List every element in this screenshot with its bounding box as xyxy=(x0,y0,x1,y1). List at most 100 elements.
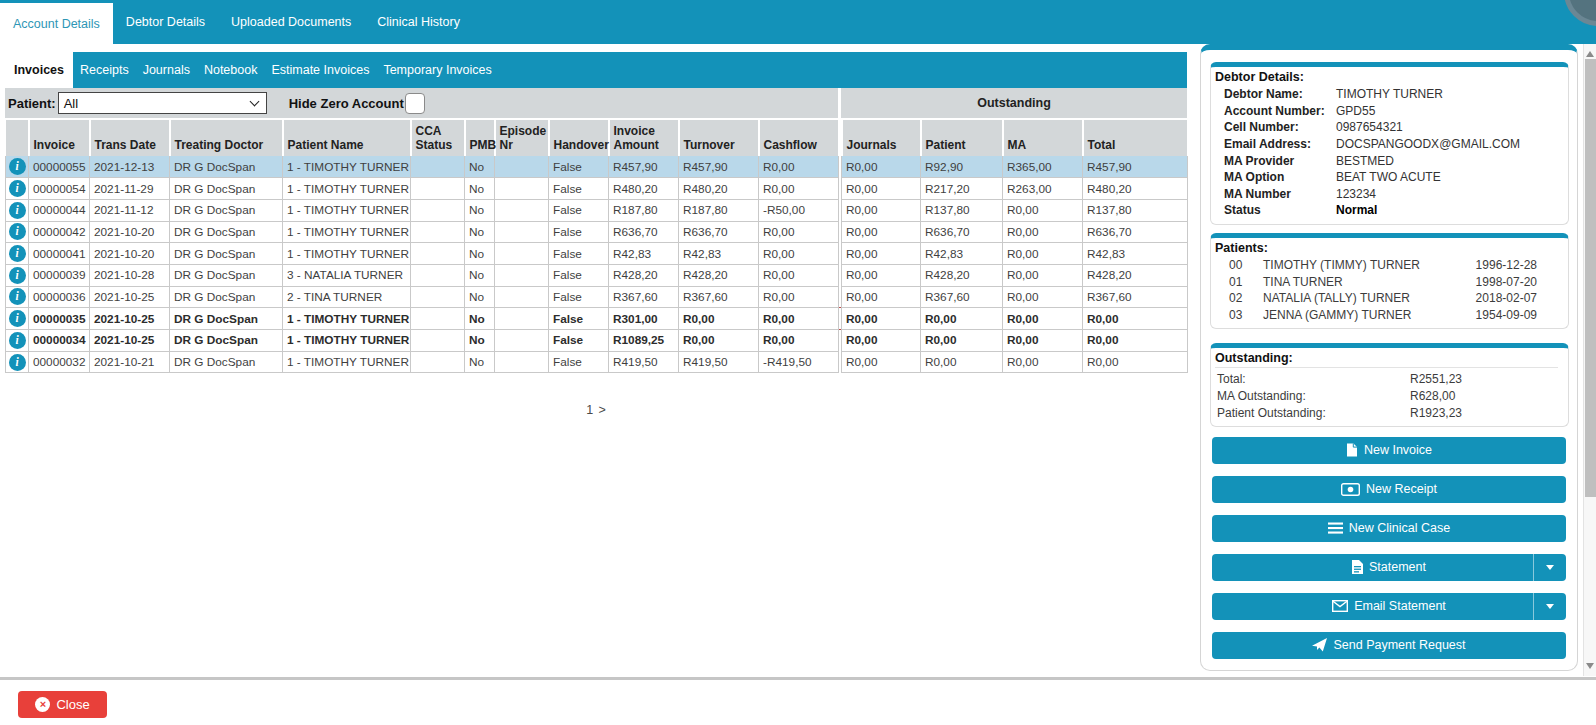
dropdown-toggle[interactable] xyxy=(1533,593,1566,620)
new-clinical-case-button[interactable]: New Clinical Case xyxy=(1212,515,1566,542)
invoice-row-00000054[interactable]: i000000542021-11-29DR G DocSpan1 - TIMOT… xyxy=(6,178,1188,200)
info-icon[interactable]: i xyxy=(9,267,26,284)
outstanding-value: R628,00 xyxy=(1410,389,1455,403)
turnover-cell: R187,80 xyxy=(679,199,759,221)
debtor-field: StatusNormal xyxy=(1215,202,1558,219)
invoice-cell: 00000042 xyxy=(29,221,90,243)
patient-name: TINA TURNER xyxy=(1263,275,1476,289)
vertical-scrollbar[interactable] xyxy=(1583,44,1596,676)
scroll-up-arrow-icon[interactable] xyxy=(1586,51,1594,57)
scroll-down-arrow-icon[interactable] xyxy=(1586,663,1594,669)
subtab-estimate-invoices[interactable]: Estimate Invoices xyxy=(264,52,376,88)
tab-uploaded-documents[interactable]: Uploaded Documents xyxy=(218,0,364,44)
subtab-journals[interactable]: Journals xyxy=(136,52,197,88)
statement-button[interactable]: Statement xyxy=(1212,554,1566,581)
email-statement-button[interactable]: Email Statement xyxy=(1212,593,1566,620)
invoice-amount-cell: R367,60 xyxy=(609,286,679,308)
invoice-row-00000034[interactable]: i000000342021-10-25DR G DocSpan1 - TIMOT… xyxy=(6,330,1188,352)
patient-filter-value: All xyxy=(64,96,78,111)
ma-cell: R0,00 xyxy=(1003,264,1083,286)
journals-cell: R0,00 xyxy=(842,330,921,352)
patient-name-cell: 1 - TIMOTHY TURNER xyxy=(283,199,411,221)
ma-cell: R0,00 xyxy=(1003,351,1083,373)
subtab-temporary-invoices[interactable]: Temporary Invoices xyxy=(376,52,498,88)
cca-status-cell xyxy=(411,286,465,308)
corner-decoration xyxy=(1564,0,1596,26)
cca-status-cell xyxy=(411,330,465,352)
pmb-cell: No xyxy=(465,243,495,265)
info-icon[interactable]: i xyxy=(9,180,26,197)
info-icon[interactable]: i xyxy=(9,310,26,327)
page-next[interactable]: > xyxy=(599,403,606,417)
tab-clinical-history[interactable]: Clinical History xyxy=(364,0,473,44)
outstanding-row: Total:R2551,23 xyxy=(1215,371,1558,388)
journals-cell: R0,00 xyxy=(842,199,921,221)
total-cell: R636,70 xyxy=(1083,221,1188,243)
info-icon[interactable]: i xyxy=(9,332,26,349)
patient-code: 02 xyxy=(1229,291,1263,305)
subtab-invoices[interactable]: Invoices xyxy=(5,52,73,88)
send-payment-request-button[interactable]: Send Payment Request xyxy=(1212,632,1566,659)
invoice-cell: 00000039 xyxy=(29,264,90,286)
chevron-down-icon xyxy=(249,97,259,107)
invoice-row-00000041[interactable]: i000000412021-10-20DR G DocSpan1 - TIMOT… xyxy=(6,243,1188,265)
subtab-notebook[interactable]: Notebook xyxy=(197,52,265,88)
patient-name-cell: 1 - TIMOTHY TURNER xyxy=(283,243,411,265)
debtor-field-value: 0987654321 xyxy=(1336,120,1403,134)
new-invoice-button[interactable]: New Invoice xyxy=(1212,437,1566,464)
invoice-row-00000035[interactable]: i000000352021-10-25DR G DocSpan1 - TIMOT… xyxy=(6,308,1188,330)
invoice-row-00000032[interactable]: i000000322021-10-21DR G DocSpan1 - TIMOT… xyxy=(6,351,1188,373)
page-number-current[interactable]: 1 xyxy=(586,403,593,417)
column-header-info xyxy=(6,119,29,156)
trans-date-cell: 2021-10-25 xyxy=(90,286,170,308)
turnover-cell: R42,83 xyxy=(679,243,759,265)
info-icon[interactable]: i xyxy=(9,158,26,175)
total-cell: R428,20 xyxy=(1083,264,1188,286)
sub-tab-bar: Invoices Receipts Journals Notebook Esti… xyxy=(5,52,1187,88)
ma-cell: R0,00 xyxy=(1003,243,1083,265)
invoice-row-00000042[interactable]: i000000422021-10-20DR G DocSpan1 - TIMOT… xyxy=(6,221,1188,243)
invoice-row-00000055[interactable]: i000000552021-12-13DR G DocSpan1 - TIMOT… xyxy=(6,156,1188,178)
invoice-row-00000044[interactable]: i000000442021-11-12DR G DocSpan1 - TIMOT… xyxy=(6,199,1188,221)
tab-account-details[interactable]: Account Details xyxy=(0,3,113,44)
column-header-cca-status: CCA Status xyxy=(411,119,465,156)
trans-date-cell: 2021-10-20 xyxy=(90,221,170,243)
patient-row: 03JENNA (GAMMY) TURNER1954-09-09 xyxy=(1215,307,1558,324)
episode-nr-cell xyxy=(495,156,549,178)
patient-name-cell: 1 - TIMOTHY TURNER xyxy=(283,156,411,178)
dropdown-toggle[interactable] xyxy=(1533,554,1566,581)
hide-zero-account-checkbox[interactable] xyxy=(405,93,425,114)
patient-filter-select[interactable]: All xyxy=(58,92,267,114)
patient-name-cell: 1 - TIMOTHY TURNER xyxy=(283,330,411,352)
patients-panel: Patients: 00TIMOTHY (TIMMY) TURNER1996-1… xyxy=(1210,233,1569,329)
handover-cell: False xyxy=(549,199,609,221)
tab-debtor-details[interactable]: Debtor Details xyxy=(113,0,218,44)
info-icon[interactable]: i xyxy=(9,202,26,219)
info-icon[interactable]: i xyxy=(9,354,26,371)
invoice-row-00000039[interactable]: i000000392021-10-28DR G DocSpan3 - NATAL… xyxy=(6,264,1188,286)
patient-name: NATALIA (TALLY) TURNER xyxy=(1263,291,1476,305)
info-icon[interactable]: i xyxy=(9,245,26,262)
column-header-journals: Journals xyxy=(842,119,921,156)
info-icon[interactable]: i xyxy=(9,223,26,240)
pmb-cell: No xyxy=(465,199,495,221)
episode-nr-cell xyxy=(495,199,549,221)
subtab-receipts[interactable]: Receipts xyxy=(73,52,136,88)
episode-nr-cell xyxy=(495,308,549,330)
new-receipt-button[interactable]: New Receipt xyxy=(1212,476,1566,503)
action-buttons: New Invoice New Receipt New Clinical Case S… xyxy=(1201,437,1577,659)
button-label: Email Statement xyxy=(1354,599,1446,613)
column-header-episode-nr: Episode Nr xyxy=(495,119,549,156)
turnover-cell: R428,20 xyxy=(679,264,759,286)
debtor-sidebar: Debtor Details: Debtor Name:TIMOTHY TURN… xyxy=(1200,44,1578,671)
cca-status-cell xyxy=(411,243,465,265)
info-icon[interactable]: i xyxy=(9,288,26,305)
scrollbar-thumb[interactable] xyxy=(1585,59,1596,497)
invoice-amount-cell: R1089,25 xyxy=(609,330,679,352)
cca-status-cell xyxy=(411,308,465,330)
invoice-row-00000036[interactable]: i000000362021-10-25DR G DocSpan2 - TINA … xyxy=(6,286,1188,308)
close-button[interactable]: × Close xyxy=(18,691,107,718)
outstanding-label: MA Outstanding: xyxy=(1217,389,1410,403)
total-cell: R42,83 xyxy=(1083,243,1188,265)
trans-date-cell: 2021-10-25 xyxy=(90,308,170,330)
